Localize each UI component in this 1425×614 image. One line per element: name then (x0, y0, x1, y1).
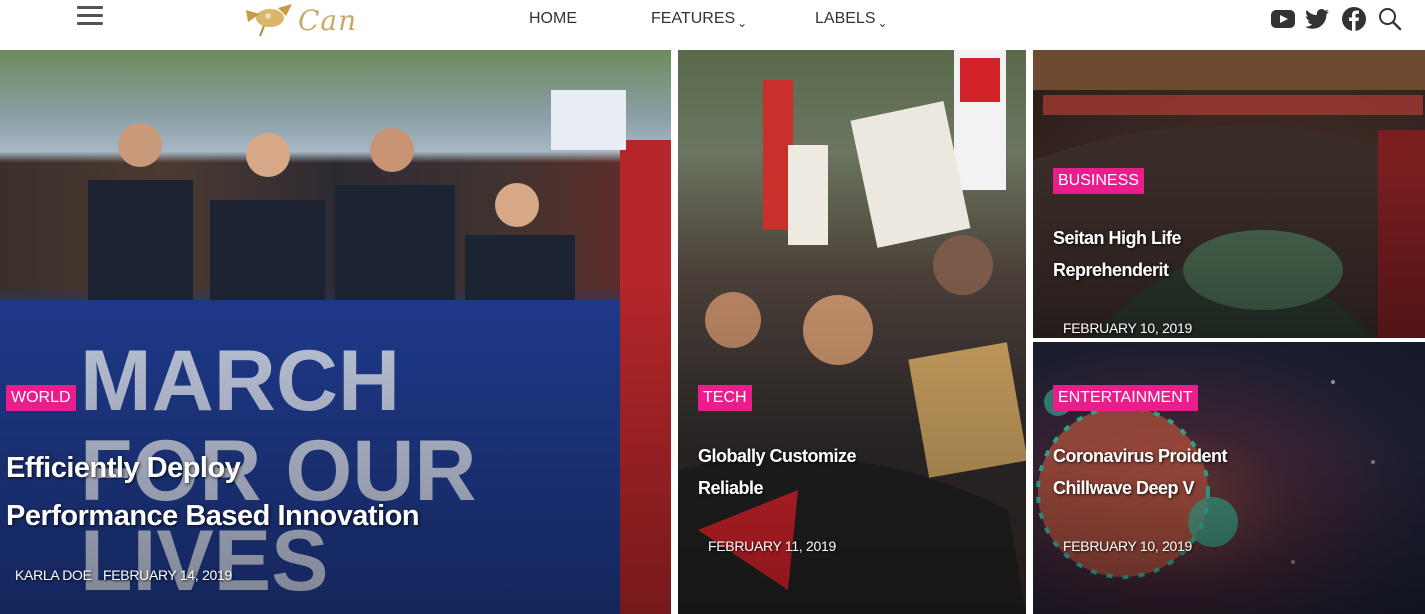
post-date: FEBRUARY 14, 2019 (103, 567, 233, 583)
post-title-line: Efficiently Deploy (6, 452, 241, 484)
post-card-tech[interactable]: TECH Globally Customize Reliable FEBRUAR… (678, 50, 1026, 614)
post-title-line: Globally Customize (698, 446, 857, 466)
site-logo[interactable]: Can (238, 0, 373, 38)
category-badge[interactable]: ENTERTAINMENT (1053, 385, 1198, 412)
youtube-icon[interactable] (1270, 6, 1296, 32)
search-icon[interactable] (1377, 6, 1403, 32)
post-title-line: Reliable (698, 478, 764, 498)
post-title-line: Chillwave Deep V (1053, 478, 1195, 498)
post-card-entertainment[interactable]: ENTERTAINMENT Coronavirus Proident Chill… (1033, 342, 1425, 614)
chevron-down-icon: ⌄ (737, 16, 748, 30)
nav-features[interactable]: FEATURES ⌄ (651, 10, 748, 30)
post-title[interactable]: Globally Customize Reliable (698, 440, 857, 504)
post-title-line: Seitan High Life (1053, 228, 1182, 248)
nav-home-label: HOME (529, 10, 577, 27)
post-title[interactable]: Coronavirus Proident Chillwave Deep V (1053, 440, 1228, 504)
post-title[interactable]: Seitan High Life Reprehenderit (1053, 222, 1182, 286)
post-date: FEBRUARY 10, 2019 (1063, 320, 1193, 336)
chevron-down-icon: ⌄ (877, 16, 888, 30)
nav-labels[interactable]: LABELS ⌄ (815, 10, 888, 30)
category-badge[interactable]: WORLD (6, 385, 76, 412)
nav-features-label: FEATURES (651, 10, 736, 27)
post-date: FEBRUARY 11, 2019 (708, 538, 836, 554)
logo-text: Can (298, 4, 358, 37)
post-author[interactable]: KARLA DOE (15, 567, 92, 583)
post-card-world[interactable]: MARCH FOR OUR LIVES WORLD Efficiently De… (0, 50, 671, 614)
post-title-line: Performance Based Innovation (6, 500, 420, 532)
post-title-line: Reprehenderit (1053, 260, 1169, 280)
site-header: Can HOME FEATURES ⌄ LABELS ⌄ (0, 0, 1425, 50)
post-card-business[interactable]: BUSINESS Seitan High Life Reprehenderit … (1033, 50, 1425, 338)
nav-home[interactable]: HOME (529, 10, 577, 28)
category-badge[interactable]: BUSINESS (1053, 168, 1144, 195)
post-title[interactable]: Efficiently Deploy Performance Based Inn… (6, 444, 420, 540)
nav-labels-label: LABELS (815, 10, 876, 27)
menu-icon[interactable] (77, 6, 103, 26)
twitter-icon[interactable] (1304, 6, 1330, 32)
facebook-icon[interactable] (1341, 6, 1367, 32)
category-badge[interactable]: TECH (698, 385, 752, 412)
post-date: FEBRUARY 10, 2019 (1063, 538, 1193, 554)
post-title-line: Coronavirus Proident (1053, 446, 1228, 466)
